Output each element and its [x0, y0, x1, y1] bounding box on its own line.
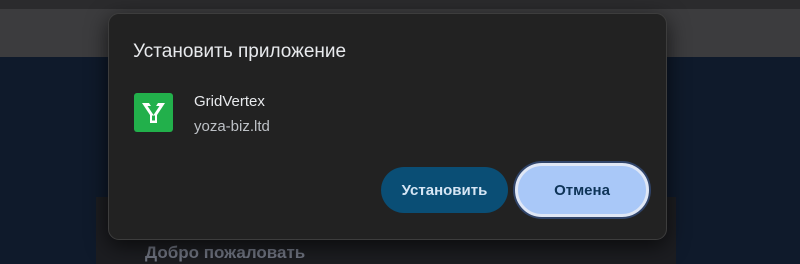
cancel-button[interactable]: Отмена	[515, 163, 649, 217]
welcome-heading: Добро пожаловать	[145, 243, 306, 262]
app-origin: yoza-biz.ltd	[194, 118, 270, 135]
gridvertex-logo-icon	[134, 93, 173, 132]
app-name: GridVertex	[194, 93, 265, 110]
window-top-strip	[0, 0, 800, 9]
install-app-dialog: Установить приложение GridVertex yoza-bi…	[108, 13, 667, 240]
screen: Добро пожаловать Установить приложение G…	[0, 0, 800, 264]
dialog-title: Установить приложение	[133, 41, 347, 62]
install-button[interactable]: Установить	[381, 167, 508, 213]
